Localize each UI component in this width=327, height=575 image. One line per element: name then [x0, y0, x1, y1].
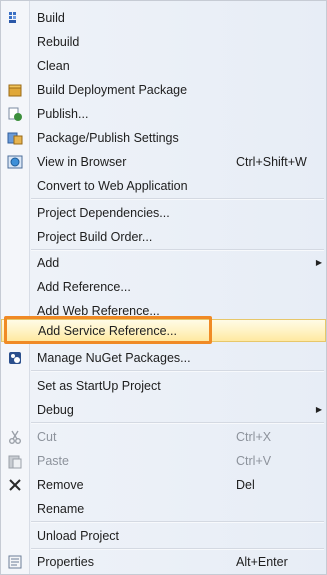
menu-separator [31, 521, 324, 523]
menu-item-label: Build [37, 10, 65, 25]
remove-icon [7, 477, 23, 493]
menu-item-shortcut: Ctrl+V [236, 453, 272, 468]
menu-item-label: Rename [37, 501, 85, 516]
menu-item-convert-to-web-application[interactable]: Convert to Web Application [1, 174, 326, 197]
menu-item-rebuild[interactable]: Rebuild [1, 30, 326, 53]
menu-separator [31, 198, 324, 200]
submenu-arrow-icon: ▶ [315, 258, 322, 267]
menu-item-set-as-startup-project[interactable]: Set as StartUp Project [1, 374, 326, 397]
menu-item-build[interactable]: Build [1, 6, 326, 29]
menu-item-shortcut: Ctrl+Shift+W [236, 154, 307, 169]
menu-item-label: Properties [37, 554, 94, 569]
submenu-arrow-icon: ▶ [315, 405, 322, 414]
menu-item-shortcut: Alt+Enter [236, 554, 288, 569]
browser-icon [7, 154, 23, 170]
menu-separator [31, 422, 324, 424]
menu-item-add-reference[interactable]: Add Reference... [1, 275, 326, 298]
cut-icon [7, 429, 23, 445]
menu-item-label: Add Reference... [37, 279, 131, 294]
menu-item-label: View in Browser [37, 154, 127, 169]
package-icon [7, 82, 23, 98]
nuget-icon [7, 350, 23, 366]
context-menu: Build Rebuild Clean Build Deployment Pac… [0, 0, 327, 575]
menu-item-shortcut: Del [236, 477, 255, 492]
menu-item-label: Clean [37, 58, 70, 73]
menu-separator [31, 548, 324, 550]
menu-item-add[interactable]: Add ▶ [1, 251, 326, 274]
menu-item-cut: Cut Ctrl+X [1, 425, 326, 448]
menu-item-package-publish-settings[interactable]: Package/Publish Settings [1, 126, 326, 149]
menu-item-label: Manage NuGet Packages... [37, 350, 191, 365]
menu-item-label: Unload Project [37, 528, 119, 543]
menu-item-manage-nuget-packages[interactable]: Manage NuGet Packages... [1, 346, 326, 369]
menu-item-properties[interactable]: Properties Alt+Enter [1, 550, 326, 573]
menu-item-label: Cut [37, 429, 57, 444]
menu-item-paste: Paste Ctrl+V [1, 449, 326, 472]
menu-item-label: Add [37, 255, 60, 270]
settings-icon [7, 130, 23, 146]
menu-separator [31, 249, 324, 251]
menu-item-label: Rebuild [37, 34, 80, 49]
paste-icon [7, 453, 23, 469]
menu-item-rename[interactable]: Rename [1, 497, 326, 520]
menu-item-debug[interactable]: Debug ▶ [1, 398, 326, 421]
menu-item-shortcut: Ctrl+X [236, 429, 272, 444]
menu-item-view-in-browser[interactable]: View in Browser Ctrl+Shift+W [1, 150, 326, 173]
menu-item-label: Remove [37, 477, 84, 492]
highlight-annotation-box [4, 316, 212, 344]
menu-item-label: Package/Publish Settings [37, 130, 179, 145]
menu-item-label: Set as StartUp Project [37, 378, 161, 393]
menu-item-label: Build Deployment Package [37, 82, 188, 97]
publish-icon [7, 106, 23, 122]
menu-item-label: Project Build Order... [37, 229, 153, 244]
properties-icon [7, 554, 23, 570]
menu-item-label: Project Dependencies... [37, 205, 170, 220]
menu-item-label: Paste [37, 453, 69, 468]
menu-item-publish[interactable]: Publish... [1, 102, 326, 125]
menu-item-project-dependencies[interactable]: Project Dependencies... [1, 201, 326, 224]
menu-item-project-build-order[interactable]: Project Build Order... [1, 225, 326, 248]
menu-item-label: Debug [37, 402, 74, 417]
build-icon [7, 10, 23, 26]
menu-item-label: Convert to Web Application [37, 178, 188, 193]
menu-item-clean[interactable]: Clean [1, 54, 326, 77]
menu-item-remove[interactable]: Remove Del [1, 473, 326, 496]
menu-item-label: Publish... [37, 106, 89, 121]
menu-separator [31, 370, 324, 372]
menu-item-unload-project[interactable]: Unload Project [1, 524, 326, 547]
menu-item-build-deployment-package[interactable]: Build Deployment Package [1, 78, 326, 101]
